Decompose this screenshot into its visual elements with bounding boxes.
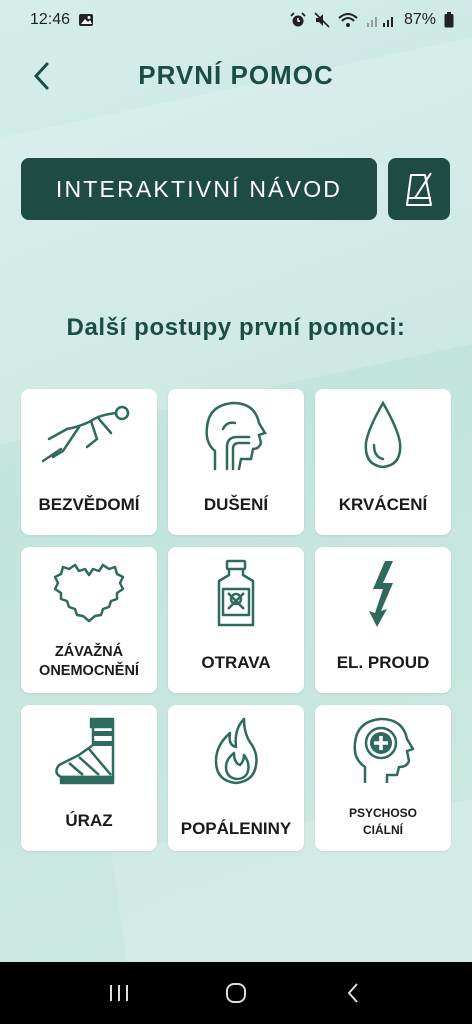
- card-burns[interactable]: POPÁLENINY: [168, 705, 304, 851]
- card-psychosocial[interactable]: PSYCHOSOCIÁLNÍ: [315, 705, 451, 851]
- metronome-icon: [406, 172, 432, 206]
- unconscious-person-icon: [41, 405, 130, 463]
- card-choking[interactable]: DUŠENÍ: [168, 389, 304, 535]
- card-label: PSYCHOSOCIÁLNÍ: [348, 806, 417, 837]
- system-navigation-bar: [0, 962, 472, 1024]
- card-bleeding[interactable]: KRVÁCENÍ: [315, 389, 451, 535]
- signal-icon: [366, 13, 396, 27]
- recent-apps-icon: [109, 985, 128, 1001]
- status-bar: 12:46 87%: [0, 0, 472, 40]
- app-screen: 12:46 87% PRVNÍ POMOC INTERAKTIVNÍ NÁVOD…: [0, 0, 472, 962]
- card-label: ZÁVAŽNÁ ONEMOCNĚNÍ: [39, 644, 139, 679]
- back-nav-icon: [347, 983, 359, 1003]
- recent-apps-button[interactable]: [94, 968, 144, 1018]
- mental-health-head-icon: [353, 717, 415, 783]
- page-title: PRVNÍ POMOC: [138, 60, 334, 90]
- card-electric-current[interactable]: EL. PROUD: [315, 547, 451, 693]
- first-aid-grid: BEZVĚDOMÍ DUŠENÍ KRVÁCENÍ ZÁVAŽNÁ ONEMOC…: [21, 389, 451, 851]
- heart-icon: [53, 563, 125, 623]
- alarm-icon: [290, 12, 306, 28]
- card-label: ÚRAZ: [65, 811, 113, 830]
- card-unconsciousness[interactable]: BEZVĚDOMÍ: [21, 389, 157, 535]
- blood-drop-icon: [364, 400, 402, 469]
- wifi-icon: [338, 12, 358, 28]
- card-label: BEZVĚDOMÍ: [38, 495, 140, 514]
- status-time: 12:46: [30, 11, 71, 28]
- gallery-notification-icon: [78, 13, 94, 27]
- card-label: OTRAVA: [201, 653, 271, 672]
- poison-bottle-icon: [217, 559, 255, 627]
- choking-head-icon: [205, 401, 267, 471]
- card-label: EL. PROUD: [336, 653, 430, 672]
- card-label: POPÁLENINY: [180, 819, 292, 838]
- home-icon: [225, 983, 246, 1003]
- metronome-button[interactable]: [388, 158, 450, 220]
- back-nav-button[interactable]: [328, 968, 378, 1018]
- card-label: KRVÁCENÍ: [338, 495, 428, 514]
- card-serious-illness[interactable]: ZÁVAŽNÁ ONEMOCNĚNÍ: [21, 547, 157, 693]
- interactive-guide-button[interactable]: INTERAKTIVNÍ NÁVOD: [21, 158, 377, 220]
- battery-icon: [444, 12, 454, 28]
- flame-icon: [214, 717, 258, 785]
- home-button[interactable]: [211, 968, 261, 1018]
- section-title: Další postupy první pomoci:: [66, 314, 406, 341]
- lightning-icon: [369, 561, 393, 627]
- battery-percent: 87%: [403, 11, 436, 28]
- card-label: DUŠENÍ: [203, 495, 269, 514]
- header: PRVNÍ POMOC: [0, 54, 472, 98]
- card-poisoning[interactable]: OTRAVA: [168, 547, 304, 693]
- card-injury[interactable]: ÚRAZ: [21, 705, 157, 851]
- mute-icon: [314, 12, 330, 28]
- bandaged-foot-icon: [55, 717, 115, 785]
